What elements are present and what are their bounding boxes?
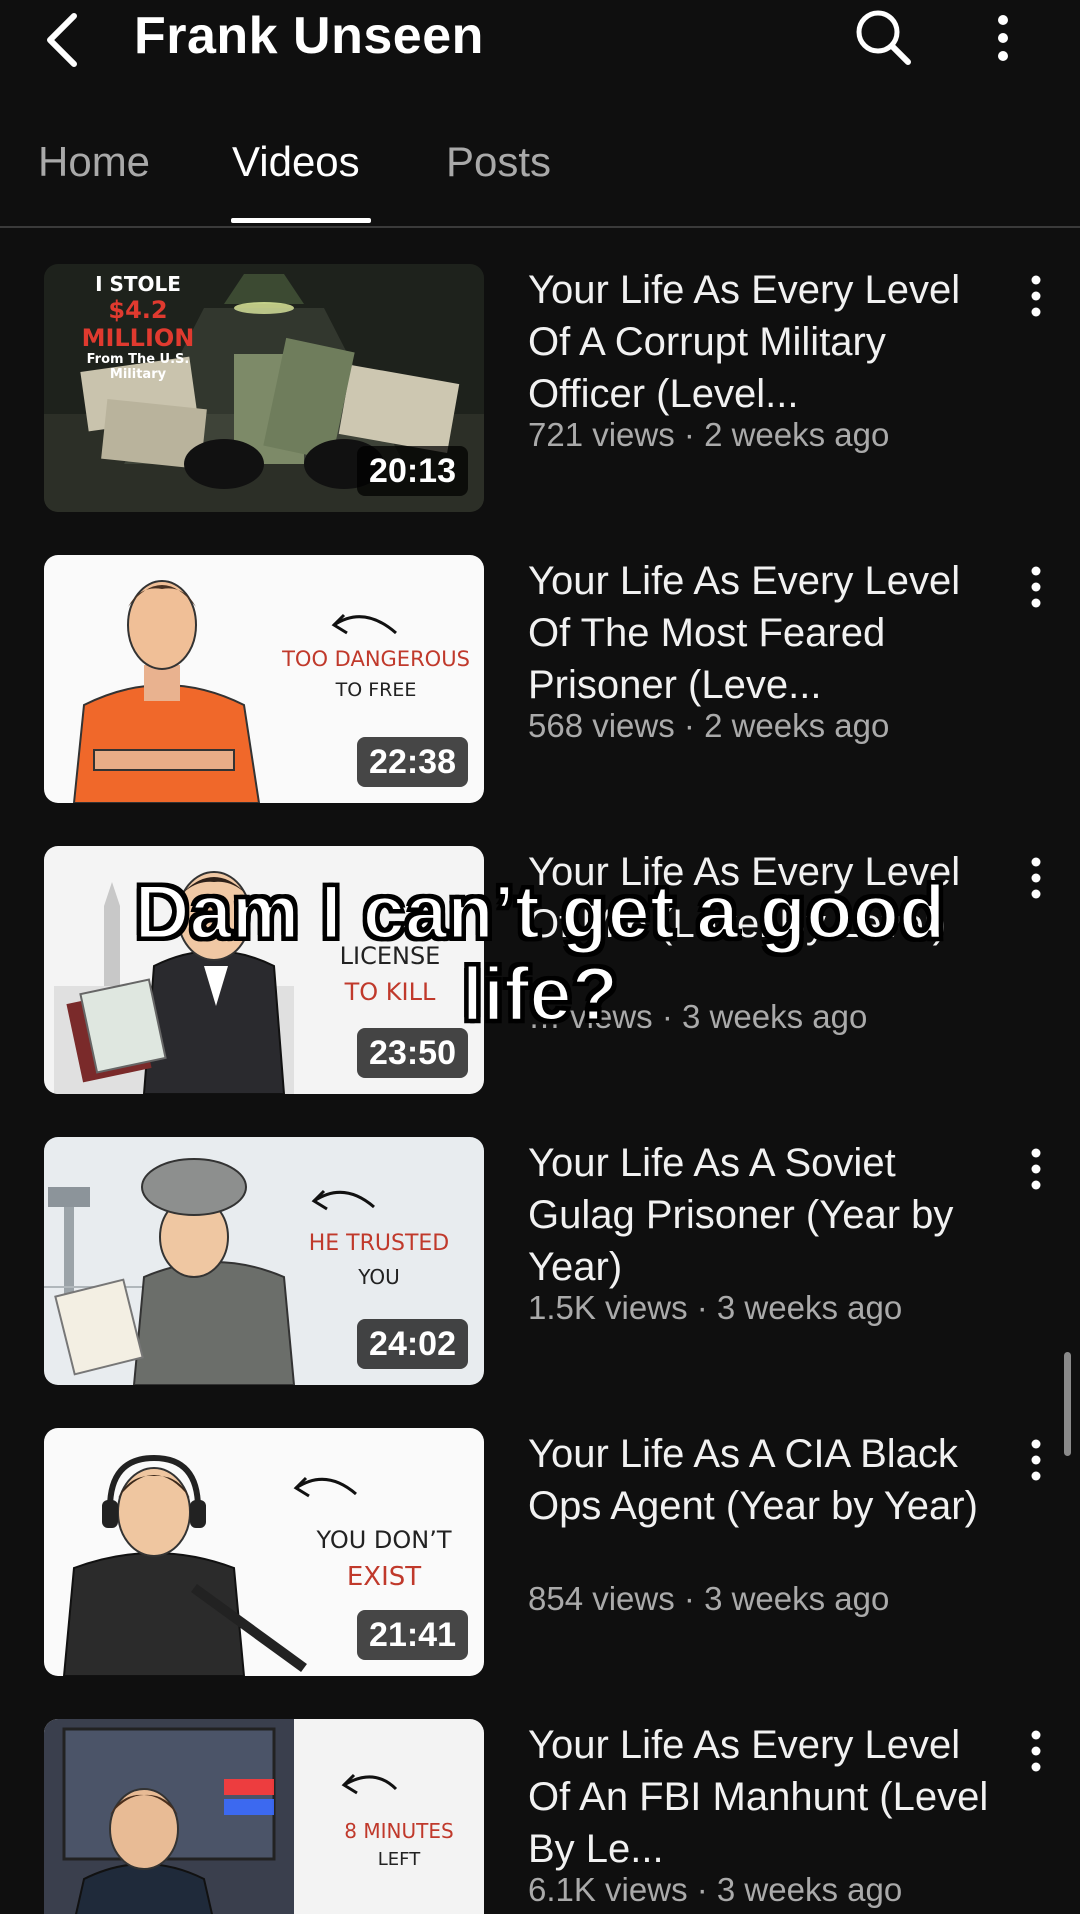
more-vertical-icon: [1031, 275, 1041, 317]
thumbnail-caption: YOU DON’T: [316, 1526, 452, 1554]
tab-videos[interactable]: Videos: [232, 138, 360, 186]
video-thumbnail[interactable]: HE TRUSTED YOU 24:02: [44, 1137, 484, 1385]
video-duration: 23:50: [357, 1028, 468, 1078]
thumbnail-caption: TOO DANGEROUS: [282, 647, 470, 671]
video-meta: 568 views · 2 weeks ago: [528, 707, 890, 744]
back-arrow-icon: [47, 13, 77, 67]
video-more-button[interactable]: [1024, 1145, 1048, 1193]
active-tab-indicator: [231, 218, 371, 223]
video-title[interactable]: Your Life As A CIA Black Ops Agent (Year…: [528, 1428, 1008, 1532]
scrollbar[interactable]: [1064, 1352, 1071, 1456]
video-meta: 6.1K views · 3 weeks ago: [528, 1871, 903, 1908]
video-duration: 21:41: [357, 1610, 468, 1660]
video-meta: 721 views · 2 weeks ago: [528, 416, 890, 453]
thumbnail-image: [44, 1719, 484, 1914]
video-title[interactable]: Your Life As A Soviet Gulag Prisoner (Ye…: [528, 1137, 1008, 1293]
more-vertical-icon: [1031, 1148, 1041, 1190]
video-title[interactable]: Your Life As Every Level Of An FBI Manhu…: [528, 1719, 1008, 1875]
video-more-button[interactable]: [1024, 1727, 1048, 1775]
video-item[interactable]: LICENSE TO KILL 23:50 Your Life As Every…: [0, 846, 1080, 1096]
video-item[interactable]: YOU DON’T EXIST 21:41 Your Life As A CIA…: [0, 1428, 1080, 1678]
tab-posts[interactable]: Posts: [446, 138, 551, 186]
back-button[interactable]: [40, 8, 88, 68]
video-title[interactable]: Your Life As Every Level Of MI6 (Level B…: [528, 846, 1008, 950]
video-more-button[interactable]: [1024, 854, 1048, 902]
video-thumbnail[interactable]: TOO DANGEROUS TO FREE 22:38: [44, 555, 484, 803]
search-button[interactable]: [852, 6, 912, 66]
video-meta: 854 views · 3 weeks ago: [528, 1580, 890, 1617]
app-root: Frank Unseen Home Videos Posts I STOLE $…: [0, 0, 1080, 1914]
video-item[interactable]: 8 MINUTES LEFT Your Life As Every Level …: [0, 1719, 1080, 1914]
thumbnail-caption: YOU: [358, 1265, 400, 1289]
video-meta: … views · 3 weeks ago: [528, 998, 868, 1035]
video-item[interactable]: I STOLE $4.2 MILLION From The U.S. Milit…: [0, 264, 1080, 514]
search-icon: [856, 10, 911, 65]
video-duration: 22:38: [357, 737, 468, 787]
video-item[interactable]: HE TRUSTED YOU 24:02 Your Life As A Sovi…: [0, 1137, 1080, 1387]
more-options-button[interactable]: [990, 8, 1016, 68]
thumbnail-caption: LEFT: [377, 1849, 421, 1870]
video-thumbnail[interactable]: YOU DON’T EXIST 21:41: [44, 1428, 484, 1676]
more-vertical-icon: [998, 15, 1008, 61]
thumbnail-caption: I STOLE $4.2 MILLION From The U.S. Milit…: [81, 272, 195, 382]
channel-tabs: Home Videos Posts: [0, 120, 1080, 228]
thumbnail-caption: TO KILL: [344, 978, 436, 1006]
channel-title: Frank Unseen: [134, 7, 484, 65]
video-title[interactable]: Your Life As Every Level Of The Most Fea…: [528, 555, 1008, 711]
more-vertical-icon: [1031, 566, 1041, 608]
video-thumbnail[interactable]: 8 MINUTES LEFT: [44, 1719, 484, 1914]
video-duration: 20:13: [357, 446, 468, 496]
thumbnail-caption: EXIST: [346, 1562, 422, 1592]
tab-home[interactable]: Home: [38, 138, 150, 186]
video-thumbnail[interactable]: I STOLE $4.2 MILLION From The U.S. Milit…: [44, 264, 484, 512]
video-duration: 24:02: [357, 1319, 468, 1369]
video-thumbnail[interactable]: LICENSE TO KILL 23:50: [44, 846, 484, 1094]
thumbnail-caption: HE TRUSTED: [308, 1231, 450, 1256]
video-title[interactable]: Your Life As Every Level Of A Corrupt Mi…: [528, 264, 1008, 420]
more-vertical-icon: [1031, 1439, 1041, 1481]
thumbnail-caption: LICENSE: [339, 942, 441, 970]
more-vertical-icon: [1031, 1730, 1041, 1772]
more-vertical-icon: [1031, 857, 1041, 899]
video-more-button[interactable]: [1024, 563, 1048, 611]
video-item[interactable]: TOO DANGEROUS TO FREE 22:38 Your Life As…: [0, 555, 1080, 805]
thumbnail-caption: 8 MINUTES: [344, 1819, 454, 1843]
video-more-button[interactable]: [1024, 272, 1048, 320]
video-more-button[interactable]: [1024, 1436, 1048, 1484]
video-meta: 1.5K views · 3 weeks ago: [528, 1289, 903, 1326]
channel-header: Frank Unseen: [0, 0, 1080, 80]
thumbnail-caption: TO FREE: [335, 679, 417, 701]
